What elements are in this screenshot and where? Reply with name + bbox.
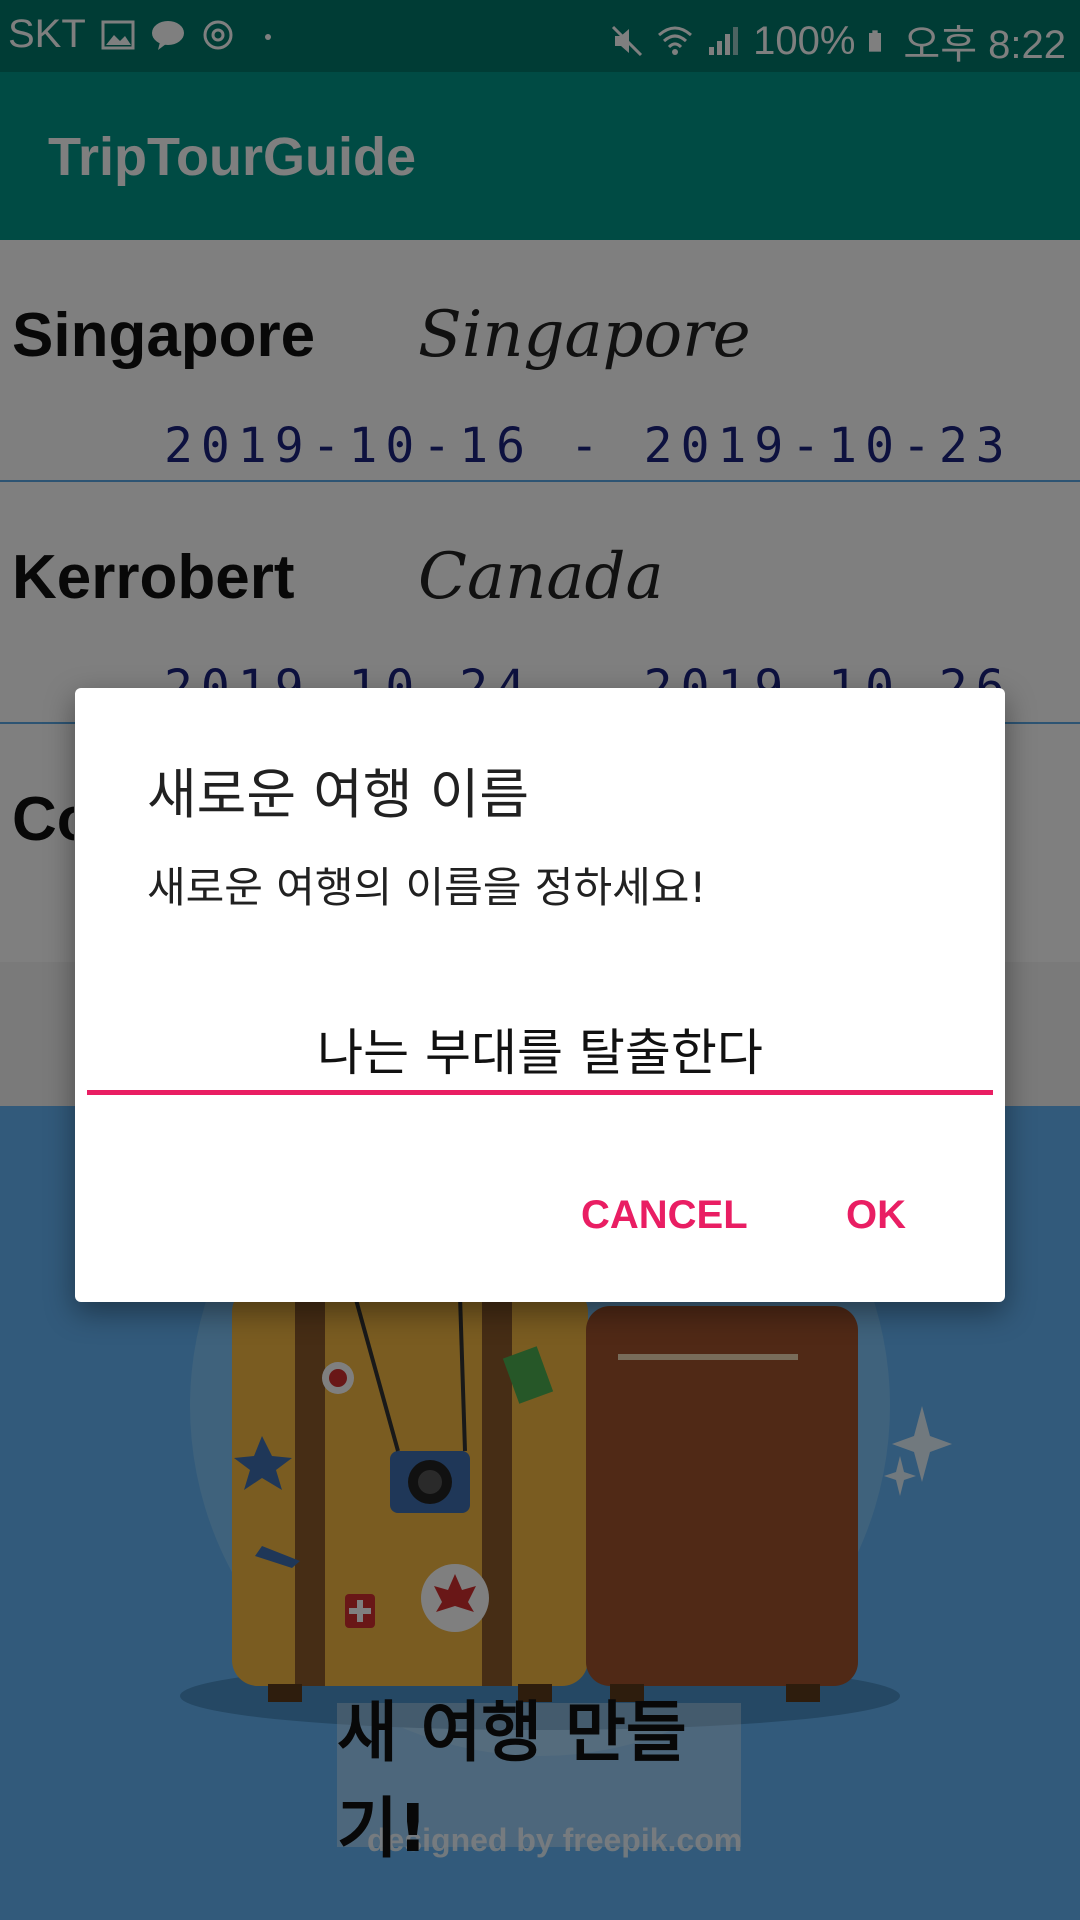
dialog-message: 새로운 여행의 이름을 정하세요! <box>147 863 707 912</box>
cancel-button[interactable]: CANCEL <box>581 1193 748 1238</box>
dialog-title: 새로운 여행 이름 <box>147 763 530 826</box>
trip-name-input[interactable] <box>87 1008 993 1095</box>
ok-button[interactable]: OK <box>846 1193 906 1238</box>
new-trip-dialog: 새로운 여행 이름 새로운 여행의 이름을 정하세요! CANCEL OK <box>75 688 1005 1302</box>
